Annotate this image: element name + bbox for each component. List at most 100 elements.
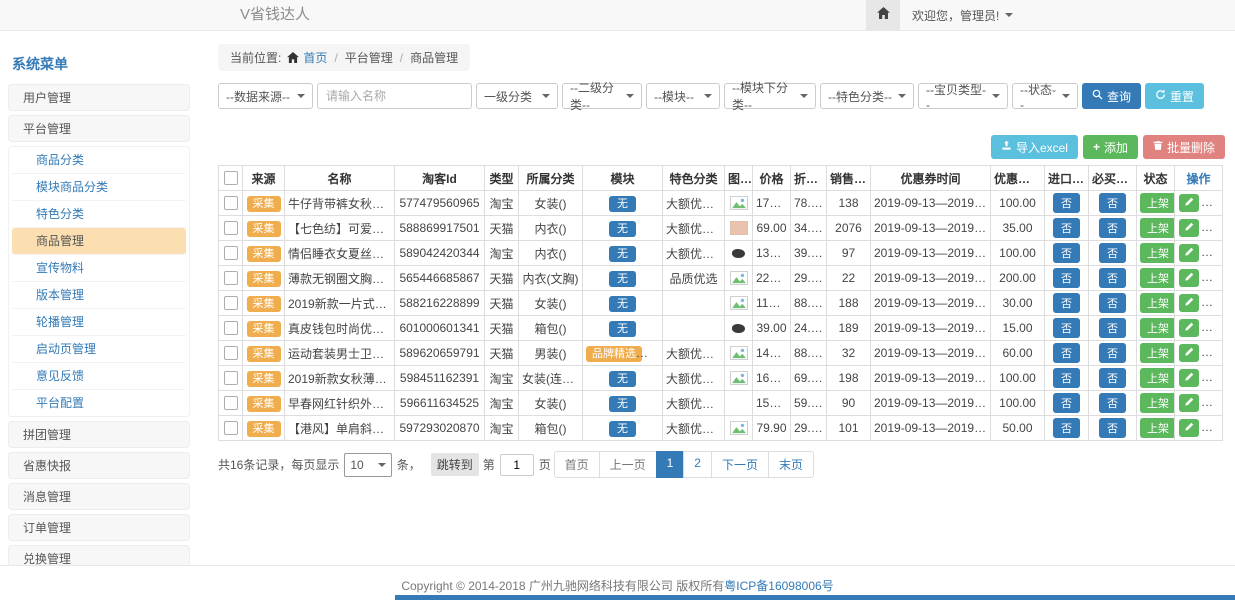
status-button[interactable]: 上架	[1140, 318, 1175, 338]
import-select-toggle[interactable]: 否	[1053, 318, 1080, 338]
sidebar-subitem-3[interactable]: 商品管理	[12, 228, 186, 255]
icp-link[interactable]: 粤ICP备16098006号	[724, 579, 833, 593]
filter-select-4[interactable]: --模块--	[646, 83, 720, 109]
status-button[interactable]: 上架	[1140, 218, 1175, 238]
home-button[interactable]	[866, 0, 900, 30]
batch-delete-button[interactable]: 批量删除	[1143, 135, 1225, 159]
user-menu[interactable]: 欢迎您，管理员!	[912, 0, 1013, 30]
status-button[interactable]: 上架	[1140, 293, 1175, 313]
sidebar-subitem-9[interactable]: 平台配置	[12, 390, 186, 416]
row-checkbox[interactable]	[224, 346, 238, 360]
status-button[interactable]: 上架	[1140, 193, 1175, 213]
import-select-toggle[interactable]: 否	[1053, 293, 1080, 313]
must-buy-toggle[interactable]: 否	[1099, 343, 1126, 363]
import-select-toggle[interactable]: 否	[1053, 193, 1080, 213]
status-button[interactable]: 上架	[1140, 368, 1175, 388]
sidebar-section-0[interactable]: 用户管理	[8, 84, 190, 111]
page-button-5[interactable]: 末页	[768, 451, 814, 478]
sidebar-section-1[interactable]: 平台管理	[8, 115, 190, 142]
module-badge: 无	[609, 371, 636, 387]
import-select-toggle[interactable]: 否	[1053, 368, 1080, 388]
sidebar-section-3[interactable]: 省惠快报	[8, 452, 190, 479]
must-buy-toggle[interactable]: 否	[1099, 268, 1126, 288]
sidebar-section-2[interactable]: 拼团管理	[8, 421, 190, 448]
edit-button[interactable]	[1179, 394, 1199, 412]
sidebar-section-4[interactable]: 消息管理	[8, 483, 190, 510]
edit-button[interactable]	[1179, 194, 1199, 212]
jump-button[interactable]: 跳转到	[431, 453, 479, 476]
import-select-toggle[interactable]: 否	[1053, 218, 1080, 238]
upload-icon	[1001, 140, 1012, 154]
filter-select-2[interactable]: 一级分类	[476, 83, 558, 109]
edit-button[interactable]	[1179, 369, 1199, 387]
edit-button[interactable]	[1179, 419, 1199, 437]
search-button[interactable]: 查询	[1082, 83, 1141, 109]
status-button[interactable]: 上架	[1140, 243, 1175, 263]
status-button[interactable]: 上架	[1140, 393, 1175, 413]
filter-select-3[interactable]: --二级分类--	[562, 83, 642, 109]
name-search-input[interactable]	[317, 83, 472, 109]
sidebar-subitem-8[interactable]: 意见反馈	[12, 363, 186, 390]
row-checkbox[interactable]	[224, 196, 238, 210]
must-buy-toggle[interactable]: 否	[1099, 318, 1126, 338]
filter-select-8[interactable]: --状态--	[1012, 83, 1078, 109]
row-checkbox[interactable]	[224, 321, 238, 335]
sidebar-section-5[interactable]: 订单管理	[8, 514, 190, 541]
table-row: 采集2019新款女秋薄款...598451162391淘宝女装(连衣裙)无大额优…	[219, 366, 1223, 391]
row-checkbox[interactable]	[224, 246, 238, 260]
page-button-3[interactable]: 2	[683, 451, 712, 478]
import-select-toggle[interactable]: 否	[1053, 243, 1080, 263]
must-buy-toggle[interactable]: 否	[1099, 243, 1126, 263]
column-header-5: 所属分类	[519, 166, 583, 191]
status-button[interactable]: 上架	[1140, 268, 1175, 288]
sidebar-subitem-7[interactable]: 启动页管理	[12, 336, 186, 363]
must-buy-toggle[interactable]: 否	[1099, 193, 1126, 213]
status-button[interactable]: 上架	[1140, 343, 1175, 363]
reset-button[interactable]: 重置	[1145, 83, 1204, 109]
per-page-select[interactable]: 10	[344, 453, 391, 477]
page-button-1[interactable]: 上一页	[599, 451, 657, 478]
add-button[interactable]: + 添加	[1083, 135, 1138, 159]
edit-button[interactable]	[1179, 294, 1199, 312]
select-all-checkbox[interactable]	[224, 171, 238, 185]
filter-select-7[interactable]: --宝贝类型--	[918, 83, 1008, 109]
import-excel-button[interactable]: 导入excel	[991, 135, 1078, 159]
sidebar-subitem-5[interactable]: 版本管理	[12, 282, 186, 309]
must-buy-toggle[interactable]: 否	[1099, 418, 1126, 438]
filter-select-5[interactable]: --模块下分类--	[724, 83, 816, 109]
row-checkbox[interactable]	[224, 296, 238, 310]
sidebar-subitem-6[interactable]: 轮播管理	[12, 309, 186, 336]
sidebar-subitem-2[interactable]: 特色分类	[12, 201, 186, 228]
row-checkbox[interactable]	[224, 396, 238, 410]
page-button-4[interactable]: 下一页	[711, 451, 769, 478]
edit-button[interactable]	[1179, 269, 1199, 287]
row-checkbox[interactable]	[224, 221, 238, 235]
page-button-2[interactable]: 1	[656, 451, 685, 478]
row-checkbox[interactable]	[224, 271, 238, 285]
edit-button[interactable]	[1179, 219, 1199, 237]
import-select-toggle[interactable]: 否	[1053, 393, 1080, 413]
sidebar-subitem-4[interactable]: 宣传物料	[12, 255, 186, 282]
sidebar-subitem-0[interactable]: 商品分类	[12, 147, 186, 174]
edit-icon	[1184, 396, 1194, 410]
import-select-toggle[interactable]: 否	[1053, 268, 1080, 288]
filter-select-6[interactable]: --特色分类--	[820, 83, 914, 109]
sidebar-subitem-1[interactable]: 模块商品分类	[12, 174, 186, 201]
edit-button[interactable]	[1179, 319, 1199, 337]
jump-page-input[interactable]	[500, 454, 534, 476]
filter-select-0[interactable]: --数据来源--	[218, 83, 313, 109]
import-select-toggle[interactable]: 否	[1053, 343, 1080, 363]
must-buy-toggle[interactable]: 否	[1099, 293, 1126, 313]
page-button-0[interactable]: 首页	[554, 451, 600, 478]
must-buy-toggle[interactable]: 否	[1099, 218, 1126, 238]
topbar: V省钱达人 欢迎您，管理员!	[0, 0, 1235, 31]
must-buy-toggle[interactable]: 否	[1099, 393, 1126, 413]
breadcrumb-home-link[interactable]: 首页	[303, 49, 327, 66]
must-buy-toggle[interactable]: 否	[1099, 368, 1126, 388]
row-checkbox[interactable]	[224, 371, 238, 385]
edit-button[interactable]	[1179, 244, 1199, 262]
import-select-toggle[interactable]: 否	[1053, 418, 1080, 438]
status-button[interactable]: 上架	[1140, 418, 1175, 438]
row-checkbox[interactable]	[224, 421, 238, 435]
edit-button[interactable]	[1179, 344, 1199, 362]
